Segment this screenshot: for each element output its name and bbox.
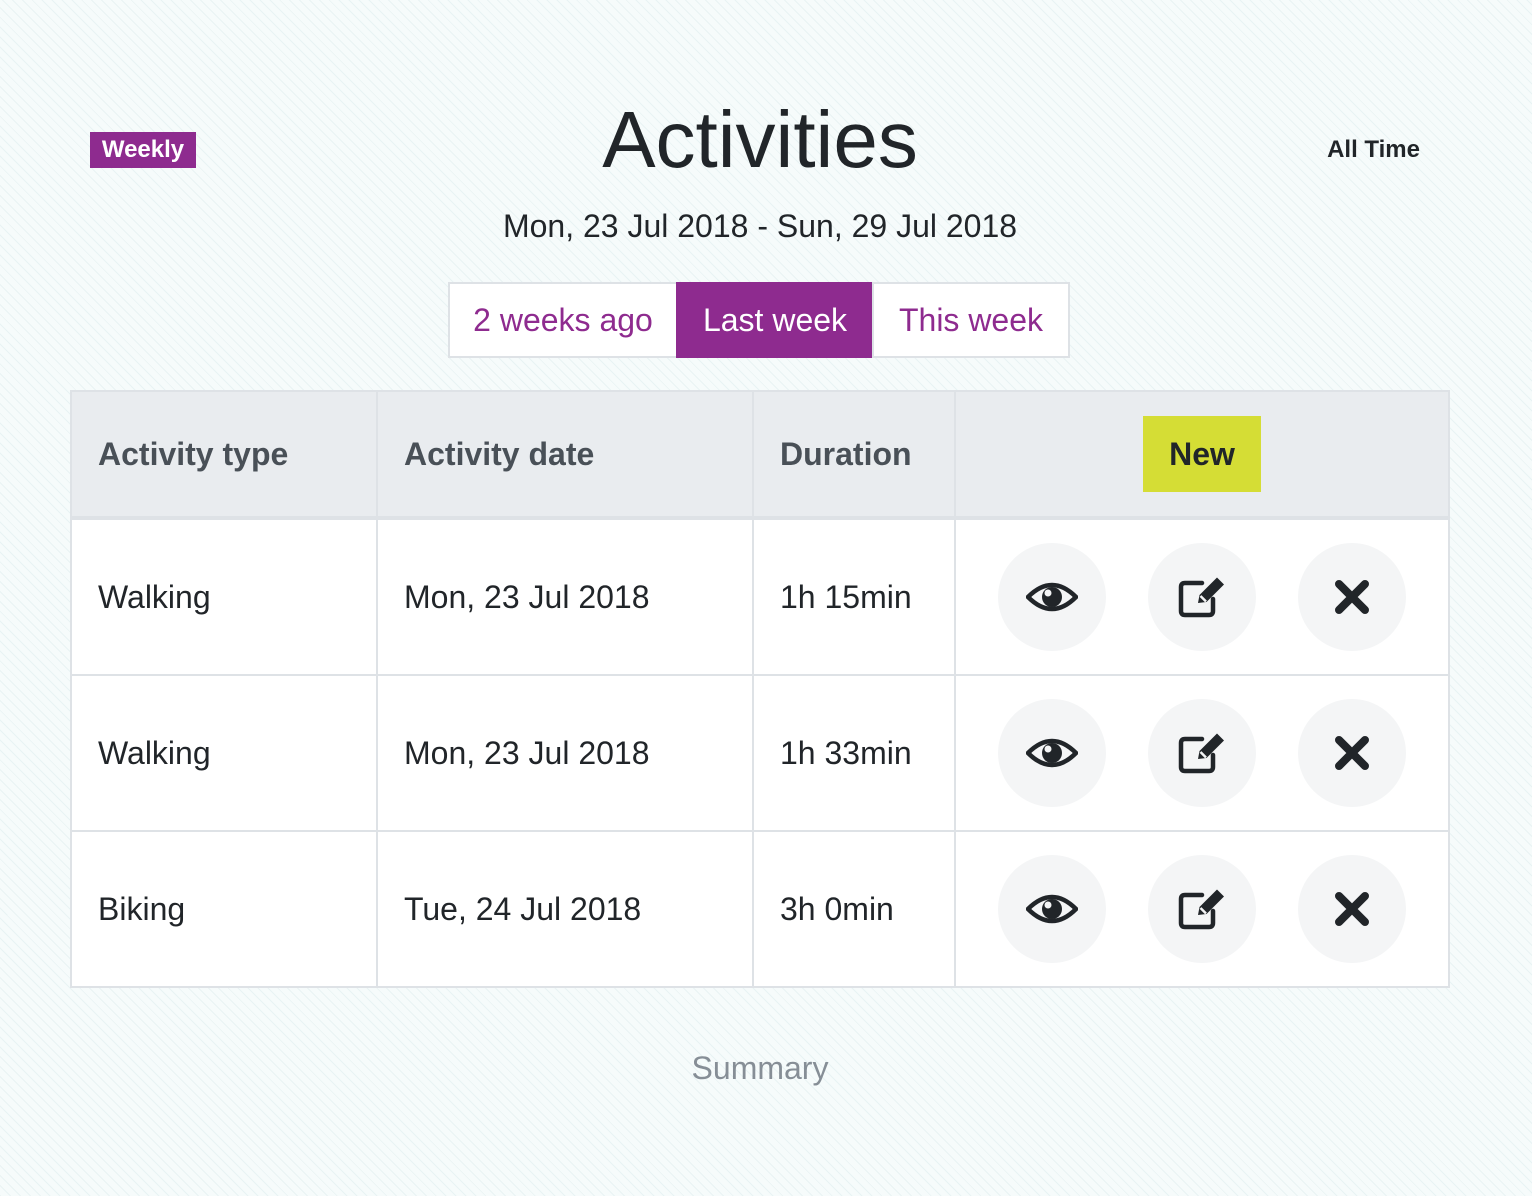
- activity-date-cell: Mon, 23 Jul 2018: [376, 674, 754, 832]
- delete-button[interactable]: [1298, 543, 1406, 651]
- column-header-activity-type: Activity type: [70, 390, 378, 520]
- row-actions: [954, 517, 1450, 676]
- edit-button[interactable]: [1148, 699, 1256, 807]
- close-icon: [1335, 892, 1369, 926]
- tab-2-weeks-ago[interactable]: 2 weeks ago: [448, 282, 678, 358]
- close-icon: [1335, 580, 1369, 614]
- delete-button[interactable]: [1298, 855, 1406, 963]
- edit-button[interactable]: [1148, 543, 1256, 651]
- summary-link[interactable]: Summary: [0, 1048, 1520, 1088]
- close-icon: [1335, 736, 1369, 770]
- view-button[interactable]: [998, 855, 1106, 963]
- activity-date-cell: Mon, 23 Jul 2018: [376, 517, 754, 676]
- table-header-row: Activity type Activity date Duration New: [70, 390, 1450, 520]
- duration-cell: 1h 15min: [752, 517, 956, 676]
- activities-table: Activity type Activity date Duration New…: [70, 390, 1450, 988]
- view-button[interactable]: [998, 699, 1106, 807]
- week-tabs: 2 weeks ago Last week This week: [448, 282, 1072, 358]
- view-button[interactable]: [998, 543, 1106, 651]
- row-actions: [954, 830, 1450, 988]
- eye-icon: [1026, 582, 1078, 612]
- table-row: Walking Mon, 23 Jul 2018 1h 33min: [70, 674, 1450, 832]
- activity-type-cell: Walking: [70, 674, 378, 832]
- edit-icon: [1178, 889, 1224, 930]
- page-title: Activities: [602, 95, 918, 184]
- eye-icon: [1026, 894, 1078, 924]
- tab-last-week[interactable]: Last week: [676, 282, 874, 358]
- activity-date-cell: Tue, 24 Jul 2018: [376, 830, 754, 988]
- table-row: Biking Tue, 24 Jul 2018 3h 0min: [70, 830, 1450, 988]
- edit-button[interactable]: [1148, 855, 1256, 963]
- delete-button[interactable]: [1298, 699, 1406, 807]
- edit-icon: [1178, 733, 1224, 774]
- column-header-activity-date: Activity date: [376, 390, 754, 520]
- table-row: Walking Mon, 23 Jul 2018 1h 15min: [70, 517, 1450, 676]
- date-range: Mon, 23 Jul 2018 - Sun, 29 Jul 2018: [502, 208, 1018, 244]
- duration-cell: 1h 33min: [752, 674, 956, 832]
- edit-icon: [1178, 577, 1224, 618]
- column-header-duration: Duration: [752, 390, 956, 520]
- all-time-link[interactable]: All Time: [1327, 132, 1420, 168]
- tab-this-week[interactable]: This week: [872, 282, 1070, 358]
- row-actions: [954, 674, 1450, 832]
- eye-icon: [1026, 738, 1078, 768]
- activity-type-cell: Walking: [70, 517, 378, 676]
- activity-type-cell: Biking: [70, 830, 378, 988]
- new-activity-button[interactable]: New: [1143, 416, 1261, 492]
- duration-cell: 3h 0min: [752, 830, 956, 988]
- column-header-actions: New: [954, 390, 1450, 520]
